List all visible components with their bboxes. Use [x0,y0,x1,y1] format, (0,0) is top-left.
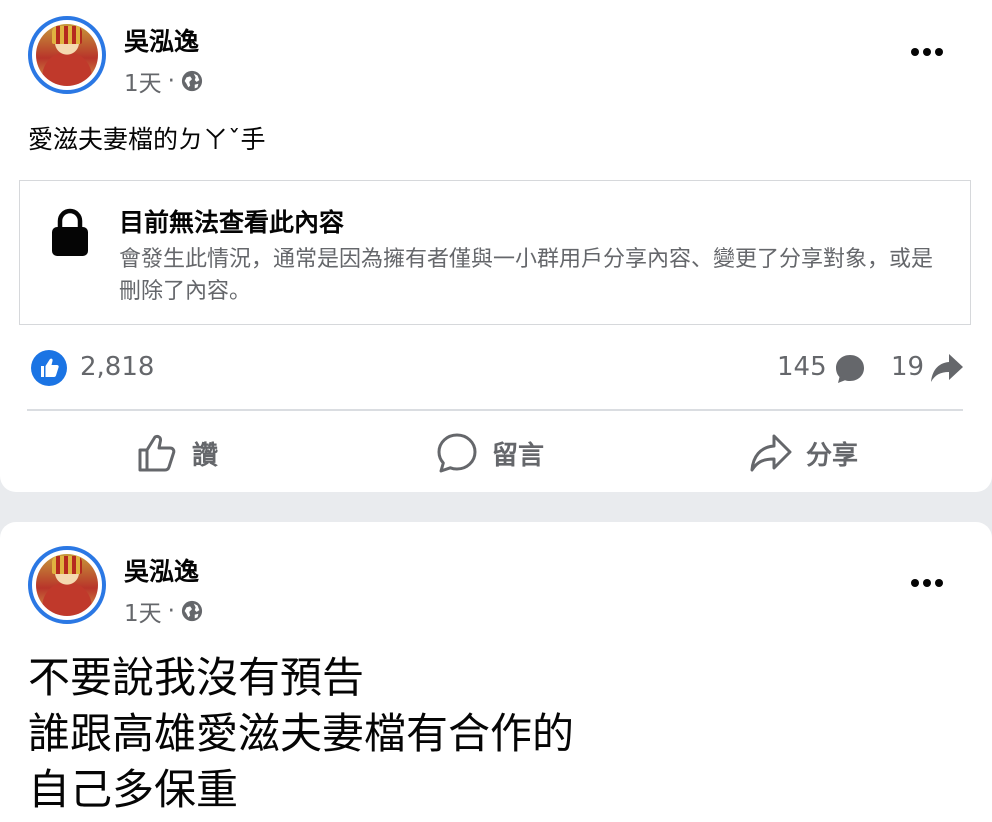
author-name[interactable]: 吳泓逸 [124,22,199,58]
avatar[interactable] [28,546,106,624]
notice-title: 目前無法查看此內容 [119,208,345,237]
thumbs-up-icon [138,434,176,472]
post-text: 愛滋夫妻檔的ㄉㄚˇ手 [28,125,266,154]
comment-count[interactable]: 145 [777,352,827,382]
like-label: 讚 [192,440,219,471]
comment-button[interactable]: 留言 [436,428,544,478]
like-reaction-icon[interactable] [31,350,67,386]
avatar-crown [52,26,82,44]
globe-icon [181,70,203,92]
author-name[interactable]: 吳泓逸 [124,552,199,588]
divider [27,409,963,411]
reaction-counts: 2,818 145 19 [0,350,992,386]
meta-separator: · [167,598,175,624]
post-meta: 1天 · [124,594,203,628]
post-meta: 1天 · [124,64,203,98]
globe-icon [181,600,203,622]
post-card: 吳泓逸 1天 · 不要說我沒有預告 誰跟高雄愛滋夫妻檔有合作的 自己多保重 [0,522,992,822]
post-card: 吳泓逸 1天 · 愛滋夫妻檔的ㄉㄚˇ手 目前無法查看此內容 會發生此情況，通常是… [0,0,992,492]
post-time[interactable]: 1天 [124,64,162,98]
comment-icon [437,433,477,473]
more-options-icon[interactable] [910,47,944,57]
share-icon [750,434,792,472]
comment-bubble-icon [836,355,864,383]
avatar-crown [52,556,82,574]
share-count[interactable]: 19 [891,352,924,382]
share-label: 分享 [806,440,859,471]
post-time[interactable]: 1天 [124,594,162,628]
notice-body: 會發生此情況，通常是因為擁有者僅與一小群用戶分享內容、變更了分享對象，或是刪除了… [119,247,934,304]
comment-label: 留言 [492,440,545,471]
lock-icon [52,208,88,256]
meta-separator: · [167,68,175,94]
more-options-icon[interactable] [910,578,944,588]
avatar[interactable] [28,16,106,94]
unavailable-content-notice: 目前無法查看此內容 會發生此情況，通常是因為擁有者僅與一小群用戶分享內容、變更了… [19,180,971,325]
post-text-line: 不要說我沒有預告 [28,653,365,702]
post-actions: 讚 留言 分享 [0,428,992,478]
like-count[interactable]: 2,818 [80,352,154,382]
post-text-line: 自己多保重 [28,765,239,814]
like-button[interactable]: 讚 [136,428,218,478]
share-button[interactable]: 分享 [750,428,858,478]
share-arrow-icon [931,354,963,382]
post-text-line: 誰跟高雄愛滋夫妻檔有合作的 [28,709,575,758]
post-text: 不要說我沒有預告 誰跟高雄愛滋夫妻檔有合作的 自己多保重 [28,650,574,818]
